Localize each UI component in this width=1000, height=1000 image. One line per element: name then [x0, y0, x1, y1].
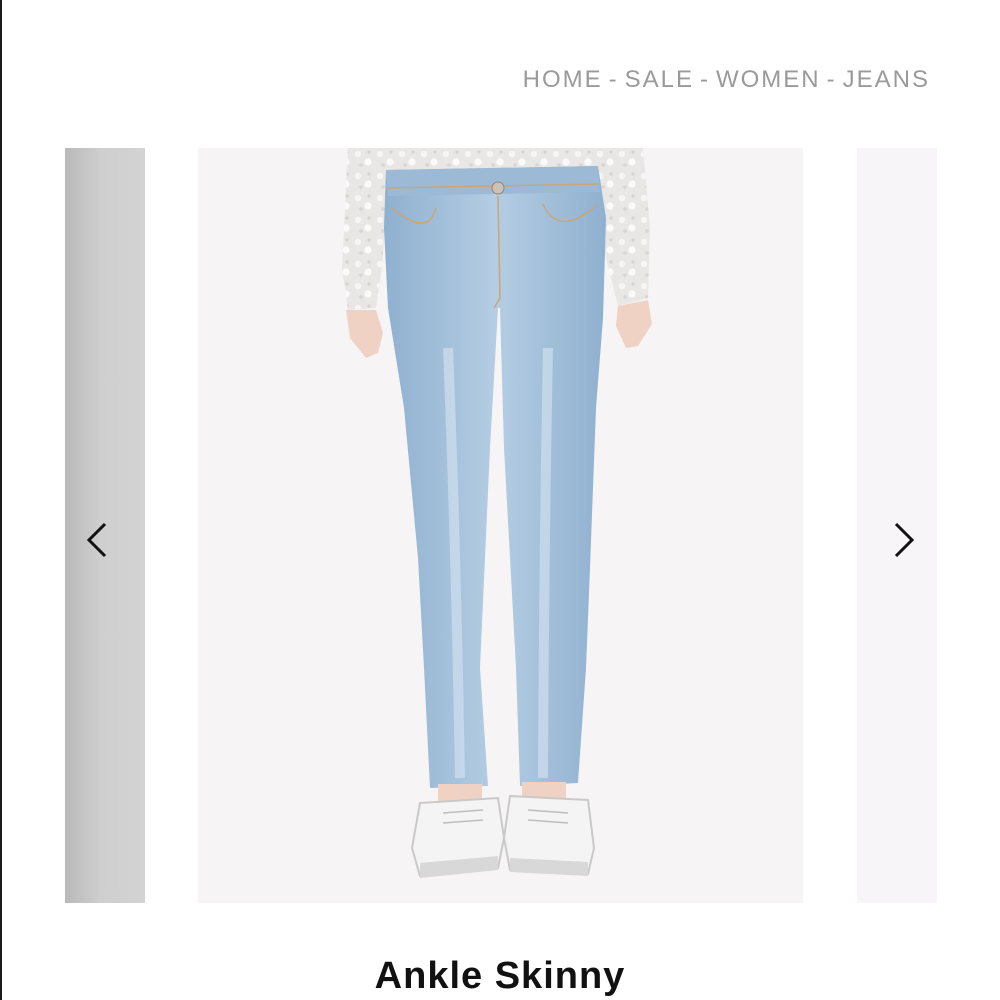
breadcrumb-jeans[interactable]: JEANS	[843, 66, 930, 93]
product-title: Ankle Skinny	[374, 955, 626, 997]
product-main-image	[198, 148, 803, 903]
window-edge	[0, 0, 2, 1000]
chevron-right-icon	[894, 522, 915, 558]
breadcrumb: HOME - SALE - WOMEN - JEANS	[523, 66, 930, 94]
jeans-photo	[342, 148, 652, 878]
breadcrumb-sale[interactable]: SALE	[625, 66, 694, 93]
previous-image-button[interactable]	[77, 518, 117, 562]
breadcrumb-home[interactable]: HOME	[523, 66, 603, 93]
breadcrumb-separator: -	[826, 66, 837, 93]
breadcrumb-separator: -	[608, 66, 619, 93]
chevron-left-icon	[86, 522, 107, 558]
next-image-button[interactable]	[884, 518, 924, 562]
breadcrumb-separator: -	[699, 66, 710, 93]
breadcrumb-women[interactable]: WOMEN	[716, 66, 821, 93]
product-page: HOME - SALE - WOMEN - JEANS Ankle Skinny	[0, 0, 1000, 1000]
